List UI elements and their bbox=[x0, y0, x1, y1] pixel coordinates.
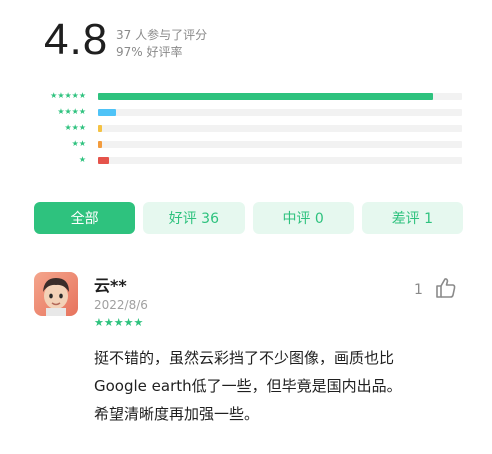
review-filter-tabs: 全部 好评 36 中评 0 差评 1 bbox=[34, 202, 463, 234]
distribution-row-3: ★★★ bbox=[30, 120, 462, 136]
positive-rate: 97% 好评率 bbox=[116, 45, 183, 59]
distribution-row-1: ★ bbox=[30, 152, 462, 168]
distribution-fill-2 bbox=[98, 140, 102, 148]
avatar-face-icon bbox=[43, 278, 69, 316]
distribution-bar-4 bbox=[98, 108, 462, 116]
distribution-fill-4 bbox=[98, 108, 117, 116]
rating-meta: 37 人参与了评分 97% 好评率 bbox=[116, 27, 207, 61]
distribution-bar-2 bbox=[98, 140, 462, 148]
distribution-bar-5 bbox=[98, 92, 462, 100]
tab-all[interactable]: 全部 bbox=[34, 202, 136, 234]
like-count: 1 bbox=[414, 282, 423, 298]
distribution-row-5: ★★★★★ bbox=[30, 88, 462, 104]
stars-3-label: ★★★ bbox=[64, 123, 86, 132]
distribution-fill-5 bbox=[98, 92, 433, 100]
distribution-fill-3 bbox=[98, 124, 102, 132]
stars-1-label: ★ bbox=[78, 155, 86, 164]
distribution-row-2: ★★ bbox=[30, 136, 462, 152]
review-text: 挺不错的，虽然云彩挡了不少图像，画质也比 Google earth低了一些，但毕… bbox=[94, 344, 474, 428]
distribution-fill-1 bbox=[98, 156, 109, 164]
rating-score: 4.8 bbox=[44, 15, 109, 64]
review-text-line: 希望清晰度再加强一些。 bbox=[94, 405, 260, 423]
review-text-line: Google earth低了一些，但毕竟是国内出品。 bbox=[94, 377, 402, 395]
review-date: 2022/8/6 bbox=[94, 298, 148, 312]
avatar[interactable] bbox=[34, 272, 78, 316]
stars-4-label: ★★★★ bbox=[57, 107, 86, 116]
stars-2-label: ★★ bbox=[71, 139, 86, 148]
review-username: 云** bbox=[94, 276, 127, 295]
stars-5-label: ★★★★★ bbox=[50, 91, 86, 100]
review-stars: ★★★★★ bbox=[94, 316, 144, 329]
tab-neutral[interactable]: 中评 0 bbox=[252, 202, 354, 234]
participants-count: 37 人参与了评分 bbox=[116, 28, 208, 42]
distribution-bar-3 bbox=[98, 124, 462, 132]
rating-distribution: ★★★★★ ★★★★ ★★★ ★★ ★ bbox=[30, 88, 462, 168]
tab-negative[interactable]: 差评 1 bbox=[361, 202, 463, 234]
thumbs-up-icon[interactable] bbox=[434, 276, 458, 300]
review-text-line: 挺不错的，虽然云彩挡了不少图像，画质也比 bbox=[94, 349, 395, 367]
distribution-bar-1 bbox=[98, 156, 462, 164]
tab-positive[interactable]: 好评 36 bbox=[143, 202, 245, 234]
distribution-row-4: ★★★★ bbox=[30, 104, 462, 120]
